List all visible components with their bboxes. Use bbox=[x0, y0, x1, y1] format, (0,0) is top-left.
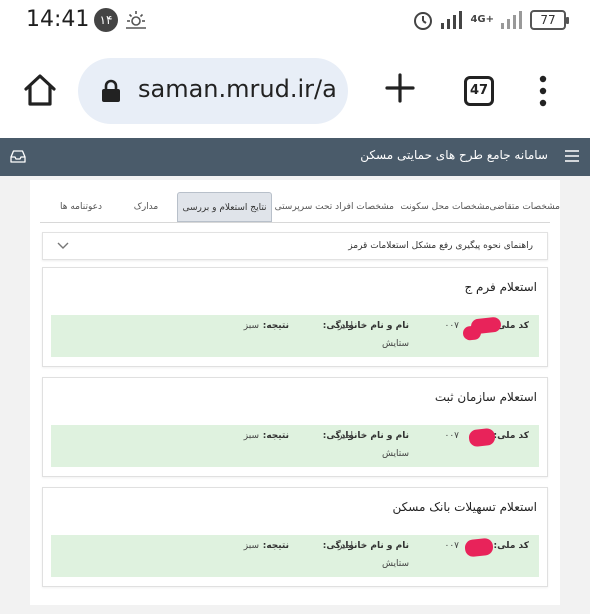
overflow-menu-icon[interactable] bbox=[533, 74, 553, 108]
battery-icon: 77 bbox=[530, 10, 569, 30]
inquiry-card: استعلام فرم ج کد ملی: ۰۰۷ نام و نام خانو… bbox=[42, 267, 548, 367]
tab-bar: مشخصات متقاضی مشخصات محل سکونت مشخصات اف… bbox=[30, 190, 560, 222]
new-tab-icon[interactable] bbox=[383, 71, 417, 105]
signal-icon-2 bbox=[501, 11, 522, 29]
status-bar: 14:41 ۱۴ 4G+ 77 bbox=[0, 0, 590, 40]
full-name-value: امیر bbox=[337, 541, 353, 551]
notification-badge: ۱۴ bbox=[94, 8, 118, 32]
clock: 14:41 bbox=[26, 7, 90, 32]
result-value: سبز bbox=[243, 541, 259, 551]
tab-switcher-button[interactable]: 47 bbox=[464, 76, 494, 106]
browser-toolbar: saman.mrud.ir/a 47 bbox=[0, 40, 590, 138]
alarm-icon bbox=[414, 12, 433, 30]
guide-accordion[interactable]: راهنمای نحوه پیگیری رفع مشکل استعلامات ق… bbox=[42, 232, 548, 260]
full-name-label: نام و نام خانوادگی: bbox=[322, 431, 409, 441]
inquiry-card: استعلام تسهیلات بانک مسکن کد ملی: ۰۰۷ نا… bbox=[42, 487, 548, 587]
redaction-mark bbox=[468, 427, 496, 448]
signal-icon bbox=[441, 11, 463, 29]
home-icon[interactable] bbox=[20, 70, 60, 110]
national-code-value: ۰۰۷ bbox=[444, 321, 459, 331]
redaction-mark bbox=[464, 537, 494, 558]
national-code-value: ۰۰۷ bbox=[444, 431, 459, 441]
result-value: سبز bbox=[243, 431, 259, 441]
network-type: 4G+ bbox=[470, 14, 494, 25]
tab-dependents-info[interactable]: مشخصات افراد تحت سرپرستی bbox=[275, 192, 394, 222]
full-name-value-2: ستایش bbox=[382, 559, 409, 569]
main-content: مشخصات متقاضی مشخصات محل سکونت مشخصات اف… bbox=[30, 180, 560, 605]
lock-icon[interactable] bbox=[100, 79, 122, 103]
tab-inquiry-results[interactable]: نتایج استعلام و بررسی bbox=[177, 192, 272, 222]
full-name-value: امیر bbox=[337, 321, 353, 331]
address-bar[interactable]: saman.mrud.ir/a bbox=[78, 58, 348, 124]
inquiry-result: کد ملی: ۰۰۷ نام و نام خانوادگی: امیر ستا… bbox=[51, 425, 539, 467]
inbox-icon[interactable] bbox=[10, 149, 26, 163]
redaction-mark bbox=[462, 325, 482, 341]
result-label: نتیجه: bbox=[262, 541, 289, 551]
full-name-label: نام و نام خانوادگی: bbox=[322, 541, 409, 551]
result-label: نتیجه: bbox=[262, 321, 289, 331]
tab-documents[interactable]: مدارک bbox=[124, 192, 168, 222]
inquiry-title: استعلام تسهیلات بانک مسکن bbox=[392, 500, 537, 514]
app-header: سامانه جامع طرح های حمایتی مسکن bbox=[0, 138, 590, 176]
app-title: سامانه جامع طرح های حمایتی مسکن bbox=[360, 148, 548, 162]
result-label: نتیجه: bbox=[262, 431, 289, 441]
national-code-label: کد ملی: bbox=[493, 541, 529, 551]
result-value: سبز bbox=[243, 321, 259, 331]
inquiry-card: استعلام سازمان ثبت کد ملی: ۰۰۷ نام و نام… bbox=[42, 377, 548, 477]
inquiry-title: استعلام سازمان ثبت bbox=[434, 390, 537, 404]
full-name-value: امیر bbox=[337, 431, 353, 441]
tab-residence-info[interactable]: مشخصات محل سکونت bbox=[400, 192, 490, 222]
hamburger-menu-icon[interactable] bbox=[564, 149, 580, 163]
status-icons: 4G+ 77 bbox=[412, 8, 569, 32]
tab-invitations[interactable]: دعوتنامه ها bbox=[50, 192, 112, 222]
inquiry-result: کد ملی: ۰۰۷ نام و نام خانوادگی: امیر ستا… bbox=[51, 315, 539, 357]
tabs-divider bbox=[40, 222, 550, 223]
sunrise-icon bbox=[126, 11, 146, 29]
national-code-label: کد ملی: bbox=[493, 431, 529, 441]
full-name-value-2: ستایش bbox=[382, 449, 409, 459]
full-name-label: نام و نام خانوادگی: bbox=[322, 321, 409, 331]
url-text[interactable]: saman.mrud.ir/a bbox=[138, 75, 337, 103]
guide-title: راهنمای نحوه پیگیری رفع مشکل استعلامات ق… bbox=[348, 241, 533, 251]
full-name-value-2: ستایش bbox=[382, 339, 409, 349]
inquiry-result: کد ملی: ۰۰۷ نام و نام خانوادگی: امیر ستا… bbox=[51, 535, 539, 577]
chevron-down-icon[interactable] bbox=[57, 241, 69, 251]
inquiry-title: استعلام فرم ج bbox=[464, 280, 537, 294]
national-code-value: ۰۰۷ bbox=[444, 541, 459, 551]
tab-applicant-info[interactable]: مشخصات متقاضی bbox=[489, 192, 560, 222]
